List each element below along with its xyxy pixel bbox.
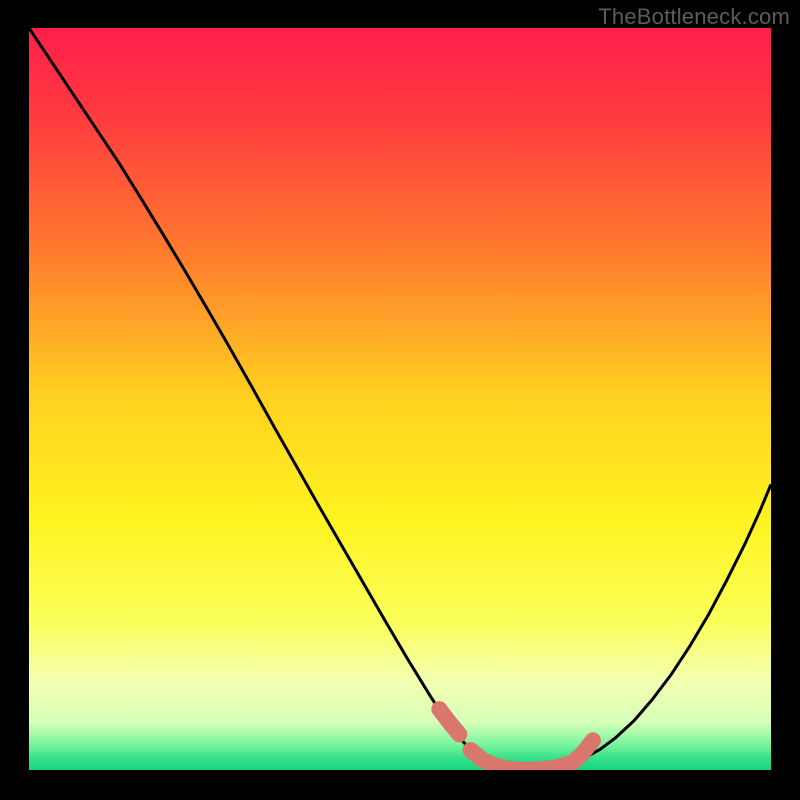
gradient-background [29,28,771,770]
watermark-text: TheBottleneck.com [598,4,790,30]
chart-frame [29,28,771,770]
bottleneck-chart [29,28,771,770]
